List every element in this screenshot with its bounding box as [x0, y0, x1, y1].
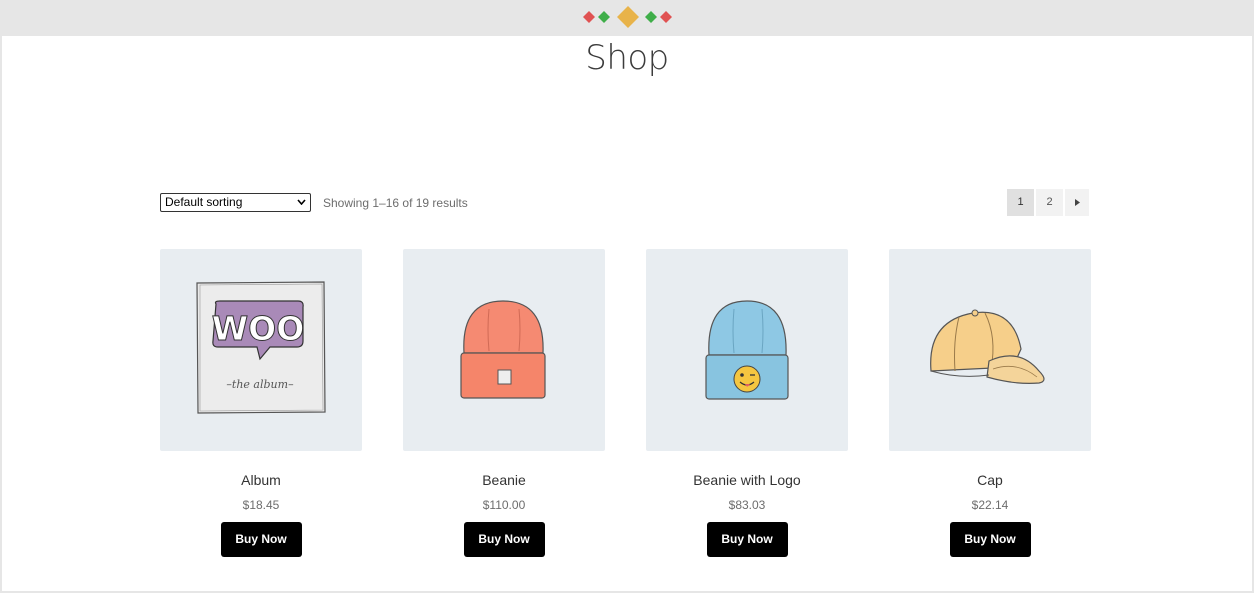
next-page-button[interactable] [1065, 189, 1089, 216]
product-name[interactable]: Beanie [403, 472, 605, 490]
site-logo-icon[interactable] [581, 6, 675, 28]
site-header-bar [0, 0, 1254, 36]
woo-album-image: WOO –the album– [196, 281, 326, 414]
product-name[interactable]: Album [160, 472, 362, 490]
buy-now-button[interactable]: Buy Now [220, 522, 302, 557]
product-image-beanie[interactable] [403, 249, 605, 451]
product-card: Cap $22.14 Buy Now [889, 249, 1091, 557]
sort-select-value: Default sorting [165, 195, 243, 209]
product-card: Beanie with Logo $83.03 Buy Now [646, 249, 848, 557]
shop-page: Shop Default sorting Showing 1–16 of 19 … [2, 36, 1252, 591]
product-name[interactable]: Cap [889, 472, 1091, 490]
product-image-cap[interactable] [889, 249, 1091, 451]
page-link-2[interactable]: 2 [1036, 189, 1063, 216]
product-image-album[interactable]: WOO –the album– [160, 249, 362, 451]
album-logo-text: WOO [212, 309, 305, 348]
page-title: Shop [585, 38, 669, 78]
chevron-down-icon [297, 199, 306, 205]
triangle-right-icon [1075, 199, 1080, 206]
result-count: Showing 1–16 of 19 results [323, 196, 468, 210]
pagination: 1 2 [1007, 189, 1089, 216]
blue-beanie-logo-image [705, 300, 789, 400]
product-price: $110.00 [482, 498, 526, 512]
product-image-beanie-with-logo[interactable] [646, 249, 848, 451]
buy-now-button[interactable]: Buy Now [706, 522, 788, 557]
product-name[interactable]: Beanie with Logo [646, 472, 848, 490]
product-card: Beanie $110.00 Buy Now [403, 249, 605, 557]
buy-now-button[interactable]: Buy Now [463, 522, 545, 557]
buy-now-button[interactable]: Buy Now [949, 522, 1031, 557]
product-card: WOO –the album– Album $18.45 Buy Now [160, 249, 362, 557]
album-caption-text: –the album– [226, 378, 294, 391]
page-link-1[interactable]: 1 [1007, 189, 1034, 216]
orange-beanie-image [460, 300, 546, 399]
yellow-cap-image [930, 309, 1045, 384]
sort-select[interactable]: Default sorting [160, 193, 311, 212]
product-price: $83.03 [728, 498, 766, 512]
product-price: $18.45 [242, 498, 280, 512]
product-price: $22.14 [971, 498, 1009, 512]
